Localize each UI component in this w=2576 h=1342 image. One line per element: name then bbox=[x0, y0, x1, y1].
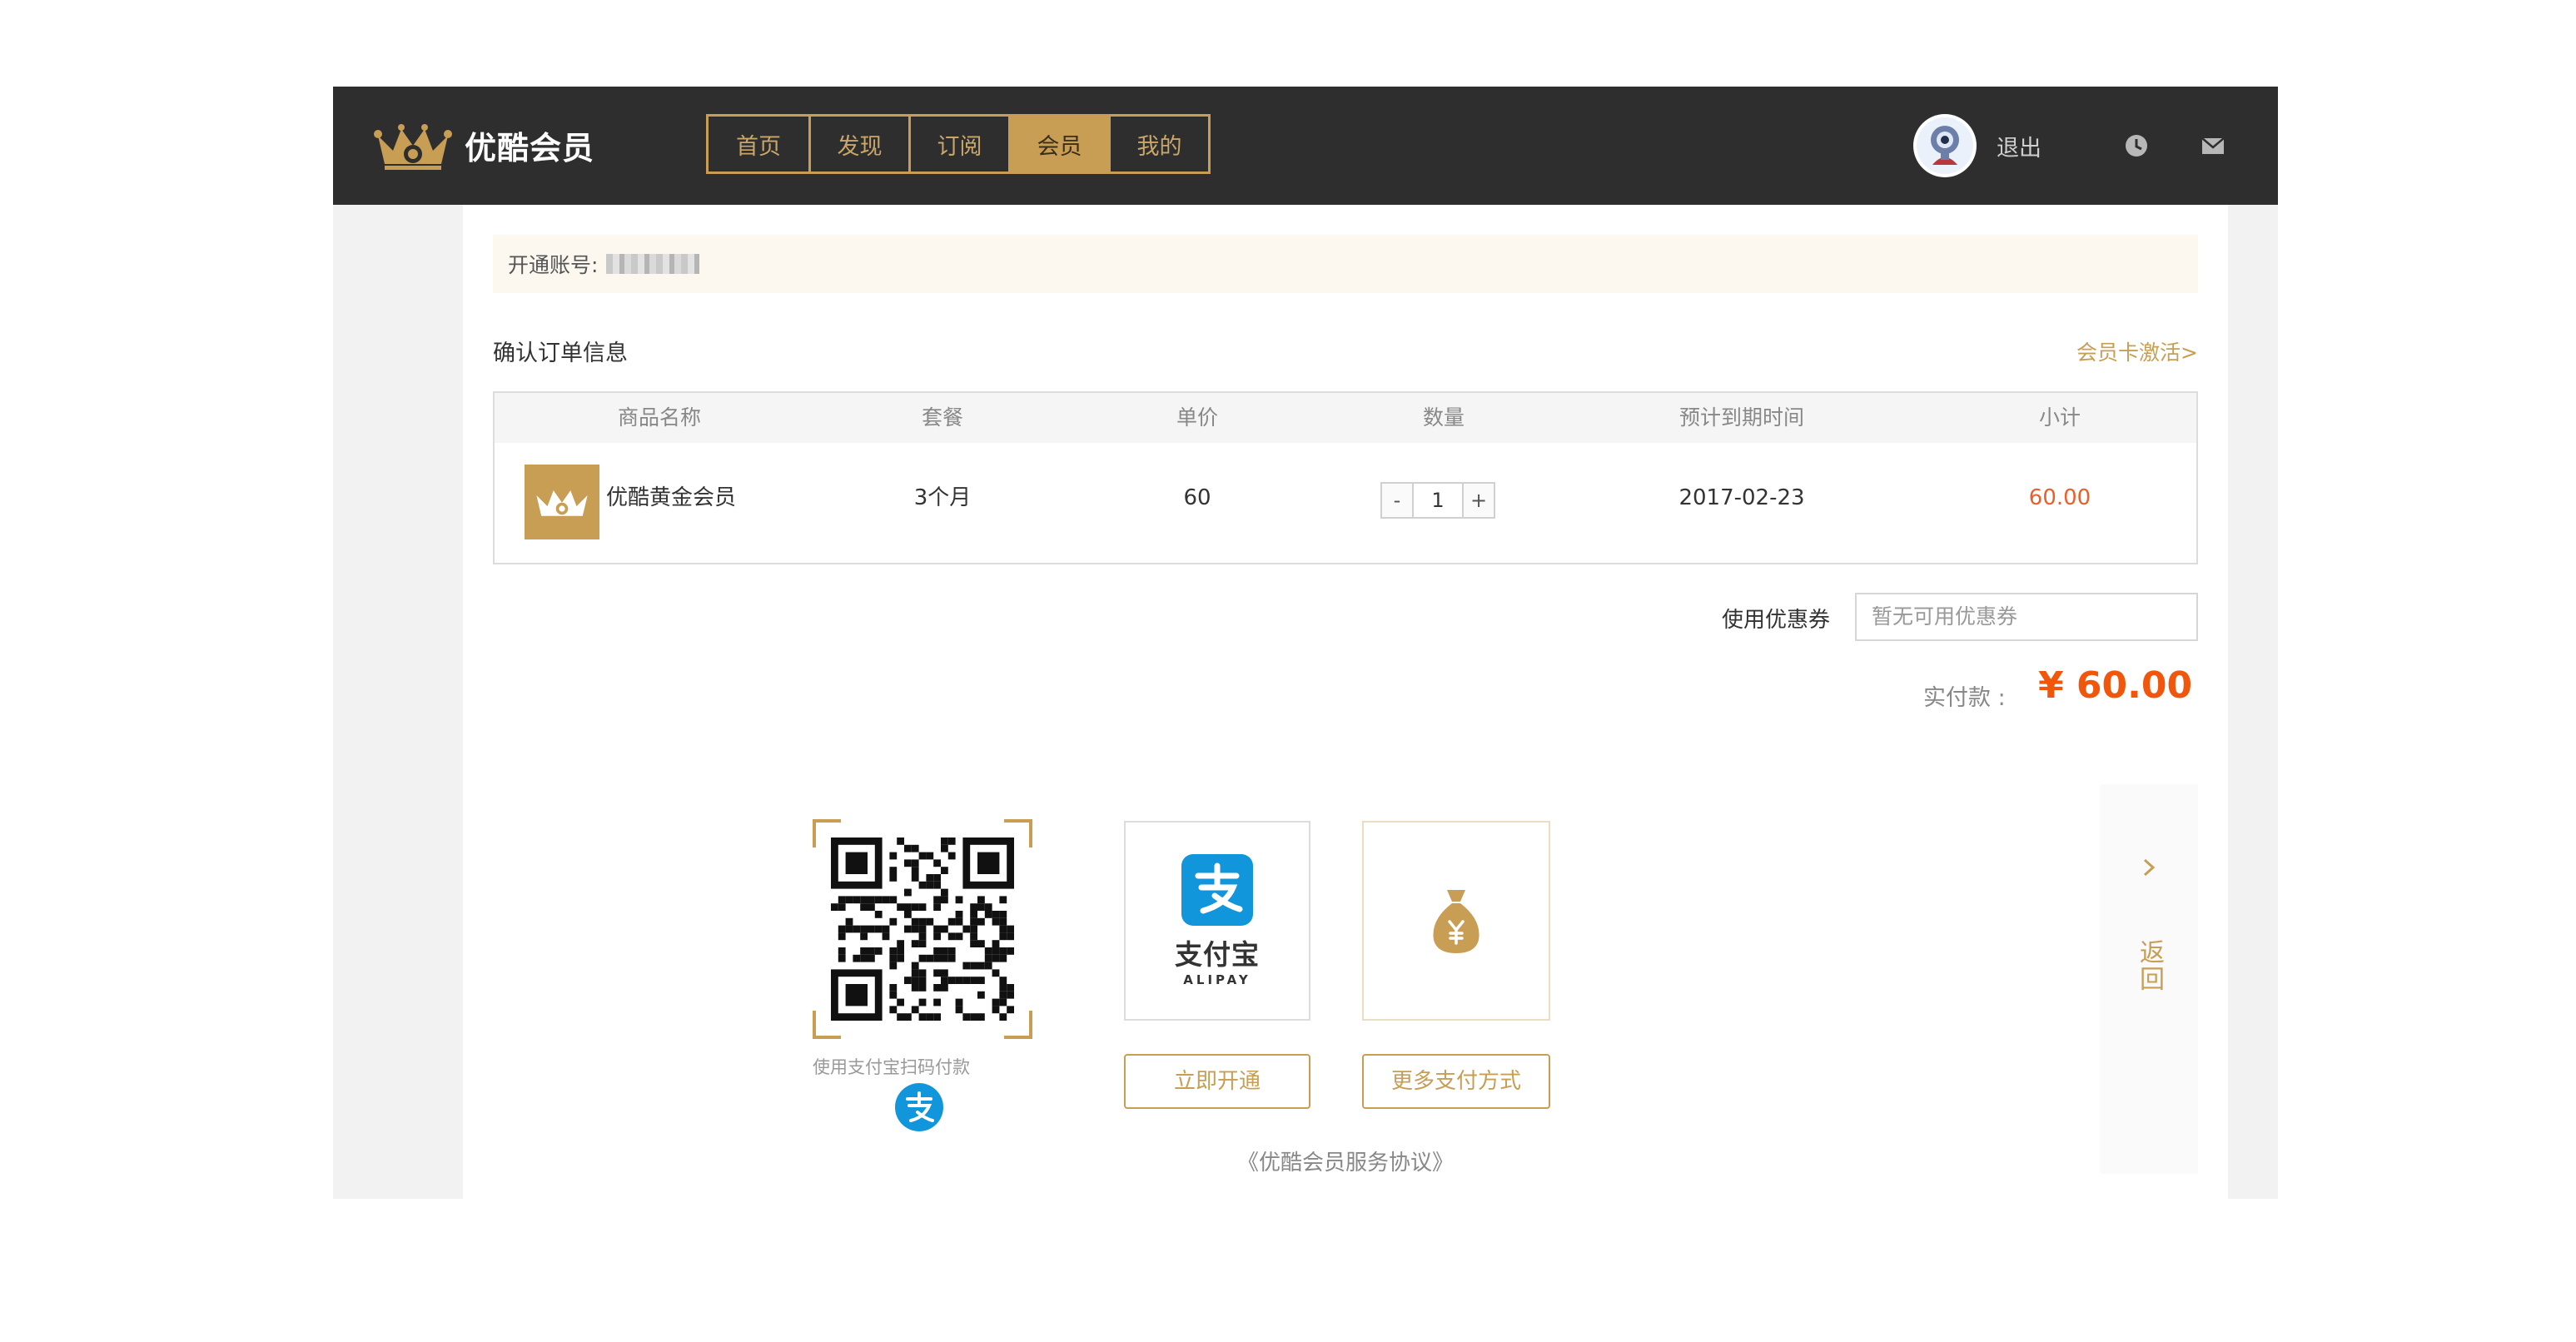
col-quantity: 数量 bbox=[1422, 405, 1465, 430]
quantity-input[interactable]: 1 bbox=[1412, 484, 1464, 517]
subtotal-value: 60.00 bbox=[2028, 485, 2091, 510]
quantity-stepper: - 1 + bbox=[1380, 482, 1495, 519]
avatar-image-icon bbox=[1917, 117, 1973, 174]
alipay-payment-option[interactable]: 支付宝 ALIPAY bbox=[1124, 821, 1310, 1021]
open-now-button[interactable]: 立即开通 bbox=[1124, 1054, 1310, 1109]
product-thumbnail bbox=[525, 465, 599, 539]
money-bag-icon bbox=[1433, 890, 1479, 953]
order-table: 商品名称 套餐 单价 数量 预计到期时间 小计 优酷黄金会员 3个月 60 - … bbox=[493, 391, 2198, 564]
col-package: 套餐 bbox=[921, 405, 964, 430]
account-bar: 开通账号: bbox=[493, 235, 2198, 293]
alipay-icon bbox=[895, 1083, 943, 1131]
table-header: 商品名称 套餐 单价 数量 预计到期时间 小计 bbox=[495, 393, 2196, 443]
service-agreement-link[interactable]: 《优酷会员服务协议》 bbox=[1237, 1146, 1454, 1176]
coupon-select[interactable]: 暂无可用优惠券 bbox=[1855, 593, 2198, 641]
col-expire-date: 预计到期时间 bbox=[1678, 405, 1805, 430]
avatar[interactable] bbox=[1913, 114, 1977, 177]
alipay-sub: ALIPAY bbox=[1183, 972, 1251, 987]
col-product: 商品名称 bbox=[617, 405, 702, 430]
qr-caption: 使用支付宝扫码付款 bbox=[813, 1057, 970, 1077]
back-panel[interactable]: 返回 bbox=[2100, 784, 2198, 1174]
nav-subscribe[interactable]: 订阅 bbox=[908, 117, 1008, 171]
qr-code bbox=[831, 838, 1014, 1021]
alipay-logo-icon bbox=[1181, 854, 1253, 926]
section-title: 确认订单信息 bbox=[493, 340, 628, 366]
crown-icon bbox=[374, 124, 452, 170]
clock-icon[interactable] bbox=[2121, 131, 2151, 161]
quantity-increment-button[interactable]: + bbox=[1464, 484, 1494, 517]
account-label: 开通账号: bbox=[508, 253, 599, 277]
brand-logo[interactable]: 优酷会员 bbox=[373, 112, 594, 178]
nav-home[interactable]: 首页 bbox=[709, 117, 808, 171]
top-bar: 优酷会员 首页 发现 订阅 会员 我的 退出 bbox=[333, 87, 2278, 205]
coupon-label: 使用优惠券 bbox=[1722, 608, 1831, 633]
back-label: 返回 bbox=[2135, 939, 2164, 992]
unit-price-value: 60 bbox=[1183, 485, 1211, 510]
logout-link[interactable]: 退出 bbox=[1997, 130, 2041, 162]
more-payment-option[interactable] bbox=[1362, 821, 1550, 1021]
chevron-right-icon bbox=[2143, 858, 2156, 877]
nav-mine[interactable]: 我的 bbox=[1108, 117, 1208, 171]
quantity-decrement-button[interactable]: - bbox=[1382, 484, 1412, 517]
alipay-name: 支付宝 bbox=[1175, 938, 1260, 971]
product-name: 优酷黄金会员 bbox=[606, 485, 737, 510]
crown-icon bbox=[536, 490, 588, 516]
pay-amount-value: ¥ 60.00 bbox=[2038, 664, 2193, 707]
nav-discover[interactable]: 发现 bbox=[808, 117, 908, 171]
order-content: 开通账号: 确认订单信息 会员卡激活> 商品名称 套餐 单价 数量 预计到期时间… bbox=[463, 205, 2228, 1199]
nav-member[interactable]: 会员 bbox=[1008, 117, 1108, 171]
package-value: 3个月 bbox=[913, 485, 972, 510]
more-payment-button[interactable]: 更多支付方式 bbox=[1362, 1054, 1550, 1109]
pay-amount-label: 实付款 : bbox=[1923, 685, 2006, 711]
mail-icon[interactable] bbox=[2198, 131, 2228, 161]
member-card-activate-link[interactable]: 会员卡激活> bbox=[2076, 336, 2198, 366]
user-area: 退出 bbox=[1913, 112, 2228, 180]
qr-code-frame bbox=[813, 819, 1032, 1039]
app-window: 优酷会员 首页 发现 订阅 会员 我的 退出 开通账号: 确认订单信息 会员卡激… bbox=[333, 87, 2278, 1199]
brand-name: 优酷会员 bbox=[465, 129, 595, 167]
col-subtotal: 小计 bbox=[2038, 405, 2081, 430]
table-row: 优酷黄金会员 3个月 60 - 1 + 2017-02-23 60.00 bbox=[495, 443, 2196, 564]
account-value-masked bbox=[606, 254, 700, 274]
expire-date-value: 2017-02-23 bbox=[1678, 485, 1805, 510]
main-nav: 首页 发现 订阅 会员 我的 bbox=[706, 114, 1211, 174]
col-unit-price: 单价 bbox=[1176, 405, 1219, 430]
